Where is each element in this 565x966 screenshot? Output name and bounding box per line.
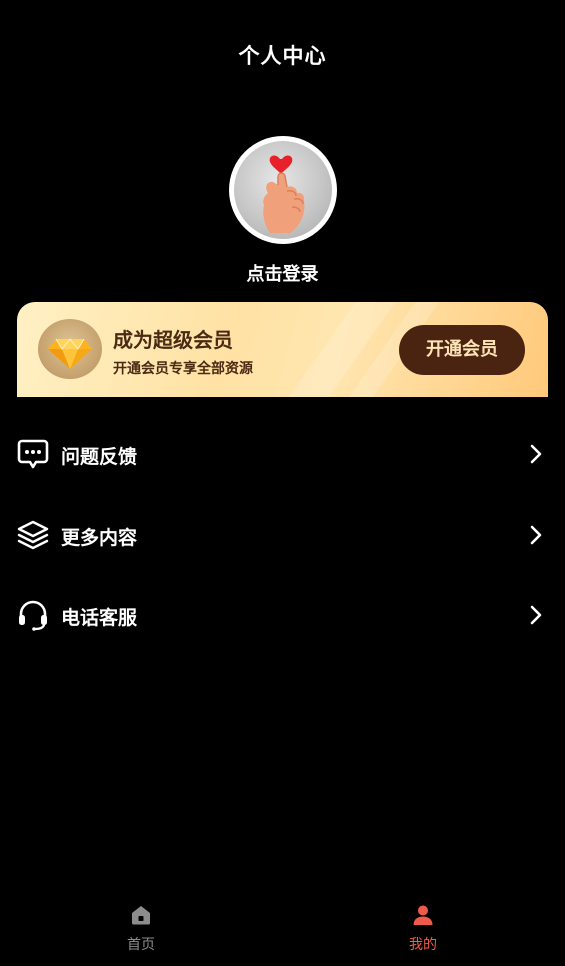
bottom-tab-bar: 首页 我的 — [0, 896, 565, 966]
vip-title: 成为超级会员 — [113, 328, 233, 352]
menu-item-label: 更多内容 — [61, 527, 138, 549]
vip-banner[interactable]: 成为超级会员 开通会员专享全部资源 开通会员 — [17, 302, 548, 397]
diamond-icon — [38, 319, 102, 379]
menu-item-label: 问题反馈 — [61, 446, 138, 468]
vip-subtitle: 开通会员专享全部资源 — [113, 361, 253, 377]
chevron-right-icon — [528, 524, 544, 546]
feedback-message-icon — [16, 438, 50, 470]
tab-label: 我的 — [409, 937, 437, 953]
tab-label: 首页 — [127, 937, 155, 953]
user-icon — [412, 904, 434, 926]
layers-icon — [16, 519, 50, 551]
profile-page: 个人中心 点击登录 成为超级会员 开通会员专享全部资源 开通会员 问题反馈 更多… — [0, 0, 565, 966]
open-vip-button[interactable]: 开通会员 — [399, 325, 525, 375]
tab-mine[interactable]: 我的 — [363, 896, 483, 966]
chevron-right-icon — [528, 443, 544, 465]
menu-item-phone-support[interactable]: 电话客服 — [0, 585, 565, 645]
avatar-image — [234, 141, 332, 239]
menu-item-feedback[interactable]: 问题反馈 — [0, 424, 565, 484]
tab-home[interactable]: 首页 — [81, 896, 201, 966]
headset-icon — [16, 599, 50, 631]
chevron-right-icon — [528, 604, 544, 626]
page-title: 个人中心 — [238, 44, 327, 68]
home-icon — [130, 904, 152, 926]
menu-item-label: 电话客服 — [61, 607, 138, 629]
avatar[interactable] — [229, 136, 337, 244]
login-link[interactable]: 点击登录 — [0, 260, 565, 286]
menu-item-more-content[interactable]: 更多内容 — [0, 505, 565, 565]
